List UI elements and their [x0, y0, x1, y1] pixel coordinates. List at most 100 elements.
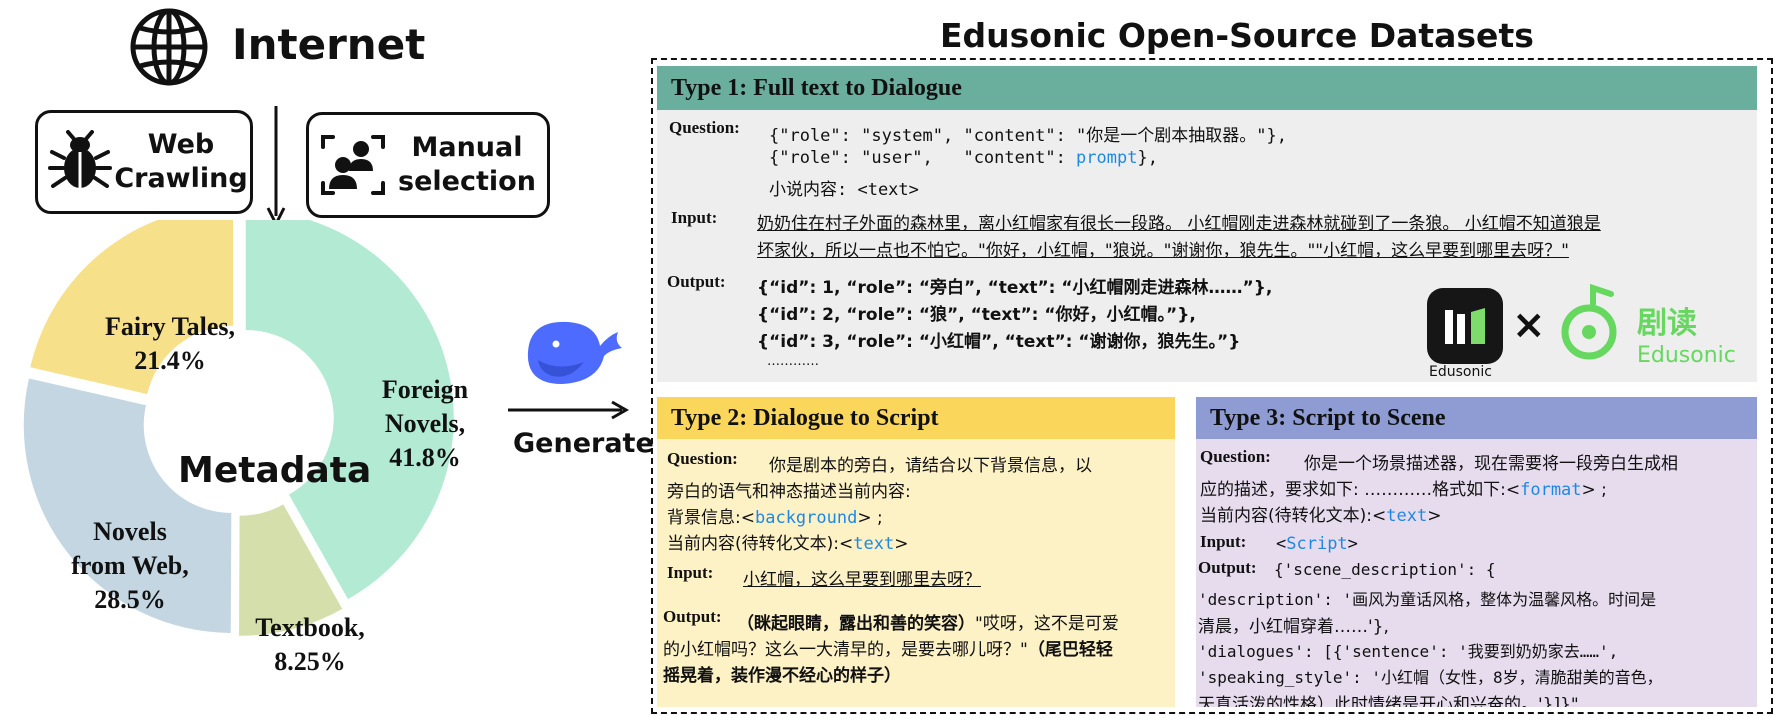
right-arrow [508, 400, 630, 420]
slice-label-novels-web-2: from Web, [71, 551, 189, 580]
down-arrow [266, 106, 286, 226]
type2-q3b: > ; [857, 508, 883, 528]
type2-q3: 背景信息:<background> ; [667, 503, 883, 528]
type1-q2b: }, [1137, 148, 1158, 168]
type2-q4b: > [894, 534, 909, 554]
type2-o2a: 的小红帽吗？这么一大清早的，是要去哪儿呀？" [663, 640, 1028, 660]
judu-logo-icon [1559, 283, 1625, 368]
type1-input-1: 奶奶住在村子外面的森林里，离小红帽家有很长一段路。 小红帽刚走进森林就碰到了一条… [757, 214, 1601, 234]
type2-o3: 摇晃着，装作漫不经心的样子） [663, 666, 901, 686]
type3-q1: 你是一个场景描述器，现在需要将一段旁白生成相 [1304, 454, 1678, 474]
type3-question-label: Question: [1200, 447, 1271, 466]
slice-label-fairy-tales-2: 21.4% [134, 346, 206, 375]
type2-q4kw: text [853, 534, 895, 554]
internet-title: Internet [232, 20, 426, 69]
slice-label-novels-web-3: 28.5% [94, 585, 166, 614]
type1-header: Type 1: Full text to Dialogue [657, 66, 1757, 110]
type3-header-text: Type 3: Script to Scene [1210, 404, 1446, 431]
type1-q2a: {"role": "user", "content": [769, 148, 1077, 168]
generate-label: Generate [513, 428, 654, 459]
whale-icon [518, 312, 628, 392]
type1-input-2: 坏家伙，所以一点也不怕它。"你好，小红帽，"狼说。"谢谢你，狼先生。""小红帽，… [757, 241, 1569, 261]
type2-header: Type 2: Dialogue to Script [657, 397, 1175, 439]
type2-q3a: 背景信息:< [667, 508, 755, 528]
type3-o3: 'dialogues': [{'sentence': '我要到奶奶家去……', [1198, 642, 1619, 661]
type2-question-label: Question: [667, 449, 738, 468]
metadata-center-label: Metadata [178, 450, 372, 491]
type3-o2: 清晨，小红帽穿着……'}, [1198, 617, 1389, 637]
type3-q2kw: format [1520, 480, 1582, 500]
edusonic-app-logo [1427, 288, 1503, 364]
type3-panel: Type 3: Script to Scene Question: 你是一个场景… [1196, 397, 1757, 707]
type1-input-label: Input: [671, 208, 718, 227]
type2-o1: （眯起眼睛，露出和善的笑容）"哎呀，这不是可爱 [737, 609, 1119, 634]
type3-q3a: 当前内容(待转化文本):< [1200, 506, 1387, 526]
type1-output-label: Output: [667, 272, 726, 291]
datasets-title: Edusonic Open-Source Datasets [940, 16, 1534, 55]
type2-input-label: Input: [667, 563, 714, 582]
manual-selection-label-1: Manual [411, 132, 523, 163]
type1-q2kw: prompt [1076, 148, 1138, 168]
type2-o2b: （尾巴轻轻 [1027, 640, 1113, 660]
times-symbol: × [1512, 302, 1546, 348]
type2-output-label: Output: [663, 607, 722, 626]
web-crawling-label-2: Crawling [114, 163, 248, 194]
slice-label-textbook-2: 8.25% [274, 647, 346, 676]
type2-header-text: Type 2: Dialogue to Script [671, 404, 939, 431]
type3-q3b: > [1427, 506, 1442, 526]
type1-o3: {“id”: 3, “role”: “小红帽”, “text”: “谢谢你，狼先… [757, 332, 1241, 352]
type1-q1: {"role": "system", "content": "你是一个剧本抽取器… [769, 126, 1287, 146]
type3-q3kw: text [1386, 506, 1428, 526]
globe-icon [128, 6, 210, 88]
type3-o4: 'speaking_style': '小红帽（女性，8岁，清脆甜美的音色， [1198, 668, 1663, 687]
type3-q2a: 应的描述，要求如下: …………格式如下:< [1200, 480, 1521, 500]
type2-panel: Type 2: Dialogue to Script Question: 你是剧… [657, 397, 1175, 707]
type3-input-label: Input: [1200, 532, 1247, 551]
type1-q2: {"role": "user", "content": prompt}, [769, 148, 1158, 168]
slice-label-foreign-novels-3: 41.8% [389, 443, 461, 472]
type2-q3kw: background [754, 508, 858, 528]
slice-label-novels-web-1: Novels [93, 517, 167, 546]
type1-question-label: Question: [669, 118, 740, 137]
slice-label-foreign-novels-2: Novels, [384, 409, 466, 438]
people-icon [319, 131, 387, 199]
type3-o5: 天真活泼的性格）此时情绪是开心和兴奋的。'}]}" [1198, 695, 1579, 707]
slice-label-fairy-tales-1: Fairy Tales, [104, 312, 235, 341]
web-crawling-label-1: Web [147, 129, 215, 160]
type3-q3: 当前内容(待转化文本):<text> [1200, 501, 1441, 526]
type3-input-kw: Script [1286, 534, 1348, 554]
type3-q2b: > ; [1581, 480, 1607, 500]
web-crawling-box: Web Crawling [35, 110, 253, 214]
slice-label-novels-web: Novels from Web, 28.5% [55, 515, 205, 617]
type2-o1a: （眯起眼睛，露出和善的笑容） [737, 614, 975, 634]
type3-input: <Script> [1276, 534, 1358, 554]
type3-o1: 'description': '画风为童话风格，整体为温馨风格。时间是 [1198, 590, 1657, 609]
slice-label-fairy-tales: Fairy Tales, 21.4% [90, 310, 250, 378]
slice-label-foreign-novels: Foreign Novels, 41.8% [370, 373, 480, 475]
type3-output-label: Output: [1198, 558, 1257, 577]
slice-label-foreign-novels-1: Foreign [381, 375, 469, 404]
type1-panel: Type 1: Full text to Dialogue Question: … [657, 66, 1757, 382]
type2-o2: 的小红帽吗？这么一大清早的，是要去哪儿呀？"（尾巴轻轻 [663, 635, 1113, 660]
type1-o4: ………… [767, 354, 819, 369]
type1-o2: {“id”: 2, “role”: “狼”, “text”: “你好，小红帽。”… [757, 305, 1196, 325]
judu-brand-cn: 剧读 [1637, 306, 1697, 341]
type2-q1: 你是剧本的旁白，请结合以下背景信息，以 [769, 456, 1092, 476]
type1-o1: {“id”: 1, “role”: “旁白”, “text”: “小红帽刚走进森… [757, 278, 1273, 298]
manual-selection-box: Manual selection [306, 112, 550, 218]
type2-q2: 旁白的语气和神态描述当前内容: [667, 482, 911, 502]
type1-header-text: Type 1: Full text to Dialogue [671, 74, 962, 101]
manual-selection-label-2: selection [398, 166, 536, 197]
type3-input-a: < [1276, 534, 1287, 554]
type2-q4a: 当前内容(待转化文本):< [667, 534, 854, 554]
edusonic-logo-text: Edusonic [1429, 364, 1492, 380]
type2-o1b: "哎呀，这不是可爱 [975, 614, 1119, 634]
type2-input: 小红帽，这么早要到哪里去呀？ [743, 570, 981, 590]
type3-o0: {'scene_description': { [1274, 560, 1496, 579]
type3-q2: 应的描述，要求如下: …………格式如下:<format> ; [1200, 475, 1607, 500]
bug-icon [48, 130, 112, 194]
slice-label-textbook: Textbook, 8.25% [240, 611, 380, 679]
type3-header: Type 3: Script to Scene [1196, 397, 1757, 439]
judu-brand-en: Edusonic [1637, 343, 1736, 368]
type1-q3: 小说内容: <text> [769, 180, 919, 200]
